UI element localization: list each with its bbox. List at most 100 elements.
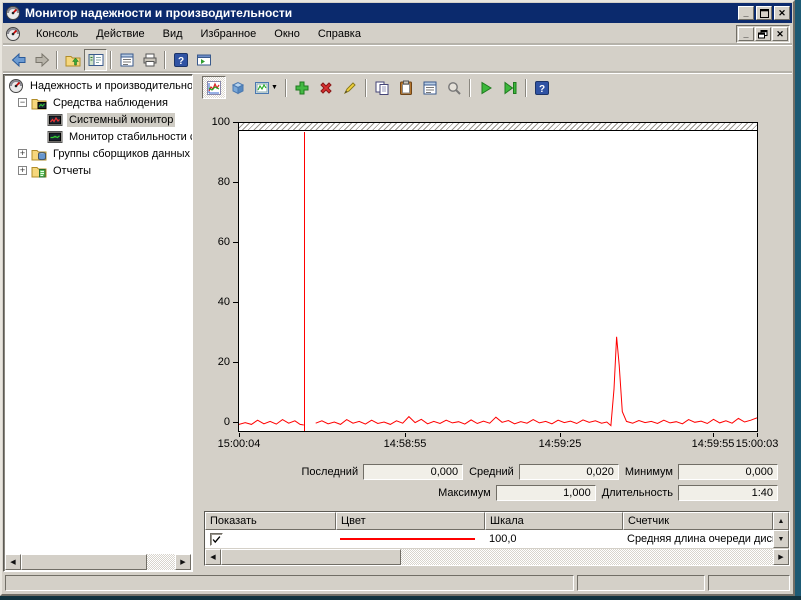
menu-view[interactable]: Вид: [154, 25, 192, 43]
column-scale[interactable]: Шкала: [485, 512, 623, 530]
y-axis-label: 40: [200, 296, 230, 308]
maximize-button[interactable]: [756, 6, 772, 20]
scroll-down-icon[interactable]: ▼: [773, 530, 789, 548]
scroll-right-icon[interactable]: ▶: [175, 554, 191, 570]
chart-area: 100 80 60 40 20 0: [198, 101, 792, 459]
back-button[interactable]: [7, 49, 30, 71]
add-counter-button[interactable]: [290, 76, 314, 99]
menu-help[interactable]: Справка: [309, 25, 370, 43]
console-tree-icon: [88, 52, 104, 68]
tree-item-monitoring-tools[interactable]: − Средства наблюдения: [6, 94, 190, 111]
duration-label: Длительность: [602, 487, 678, 499]
status-section-3: [708, 575, 790, 591]
toolbar-separator: [525, 79, 527, 97]
y-axis-label: 0: [200, 416, 230, 428]
mmc-toolbar: ?: [3, 46, 792, 74]
minimize-button[interactable]: _: [738, 6, 754, 20]
stability-monitor-icon: [47, 129, 63, 145]
chevron-down-icon: ▼: [271, 84, 278, 91]
perfmon-properties-button[interactable]: [418, 76, 442, 99]
maximum-label: Максимум: [438, 487, 496, 499]
unfreeze-display-button[interactable]: [474, 76, 498, 99]
status-section-2: [577, 575, 705, 591]
print-button[interactable]: [138, 49, 161, 71]
perfmon-help-button[interactable]: ?: [530, 76, 554, 99]
scrollbar-track[interactable]: [21, 554, 175, 570]
toolbar-separator: [110, 51, 112, 69]
properties-button[interactable]: [115, 49, 138, 71]
scroll-left-icon[interactable]: ◀: [205, 549, 221, 565]
forward-icon: [34, 52, 50, 68]
column-counter[interactable]: Счетчик: [623, 512, 773, 530]
toolbar-separator: [164, 51, 166, 69]
mmc-window: Монитор надежности и производительности …: [0, 0, 795, 596]
export-folder-button[interactable]: [61, 49, 84, 71]
column-color[interactable]: Цвет: [336, 512, 485, 530]
tree-item-reports[interactable]: + Отчеты: [6, 162, 190, 179]
tree-item-label: Системный монитор: [67, 113, 175, 127]
average-value: 0,020: [519, 464, 619, 480]
forward-button[interactable]: [30, 49, 53, 71]
update-data-button[interactable]: [498, 76, 522, 99]
svg-text:?: ?: [177, 56, 183, 67]
highlight-button[interactable]: [338, 76, 362, 99]
x-axis-label: 15:00:04: [218, 438, 261, 450]
help-button[interactable]: ?: [169, 49, 192, 71]
menu-console[interactable]: Консоль: [27, 25, 87, 43]
close-button[interactable]: ✕: [774, 6, 790, 20]
copy-properties-button[interactable]: [370, 76, 394, 99]
scrollbar-thumb[interactable]: [21, 554, 147, 570]
scroll-right-icon[interactable]: ▶: [773, 549, 789, 565]
view-log-data-button[interactable]: [226, 76, 250, 99]
mdi-minimize-button[interactable]: _: [738, 27, 754, 41]
expand-icon[interactable]: +: [18, 166, 27, 175]
folder-reports-icon: [31, 163, 47, 179]
tree-item-system-monitor[interactable]: Системный монитор: [6, 111, 190, 128]
x-axis-label: 14:58:55: [384, 438, 427, 450]
counter-table: Показать Цвет Шкала Счетчик 100,0 Средня…: [204, 511, 790, 566]
zoom-button[interactable]: [442, 76, 466, 99]
console-tree-toggle-button[interactable]: [84, 49, 107, 71]
counter-color-swatch: [340, 538, 475, 540]
folder-collector-icon: [31, 146, 47, 162]
view-current-activity-button[interactable]: [202, 76, 226, 99]
mdi-close-button[interactable]: ✕: [772, 27, 788, 41]
show-checkbox[interactable]: [210, 533, 223, 546]
menu-window[interactable]: Окно: [265, 25, 309, 43]
main-area: Надежность и производительность − Средст…: [3, 74, 792, 572]
scrollbar-thumb[interactable]: [221, 549, 401, 565]
x-axis-tick: [405, 433, 406, 437]
x-axis-label: 15:00:03: [736, 438, 779, 450]
tree-item-stability-monitor[interactable]: Монитор стабильности системы: [6, 128, 190, 145]
mdi-restore-button[interactable]: [755, 27, 771, 41]
properties-icon: [422, 80, 438, 96]
scroll-up-icon[interactable]: ▲: [773, 512, 789, 530]
delete-counter-button[interactable]: [314, 76, 338, 99]
menu-action[interactable]: Действие: [87, 25, 153, 43]
perfmon-toolbar: ▼: [198, 74, 792, 101]
toolbar-separator: [469, 79, 471, 97]
counter-table-vertical-scrollbar: ▲ ▼: [773, 512, 789, 548]
chart-type-button[interactable]: ▼: [250, 76, 282, 99]
current-time-marker: [304, 132, 305, 431]
tree-item-root[interactable]: Надежность и производительность: [6, 77, 190, 94]
new-window-button[interactable]: [192, 49, 215, 71]
menu-bar: Консоль Действие Вид Избранное Окно Спра…: [3, 23, 792, 46]
paste-counter-list-button[interactable]: [394, 76, 418, 99]
highlight-pen-icon: [342, 80, 358, 96]
expand-icon[interactable]: +: [18, 149, 27, 158]
collapse-icon[interactable]: −: [18, 98, 27, 107]
app-gauge-icon: [5, 5, 21, 21]
scroll-left-icon[interactable]: ◀: [5, 554, 21, 570]
stats-row-1: Последний 0,000 Средний 0,020 Минимум 0,…: [198, 464, 784, 480]
menu-favorites[interactable]: Избранное: [192, 25, 266, 43]
column-show[interactable]: Показать: [205, 512, 336, 530]
tree-item-data-collector-sets[interactable]: + Группы сборщиков данных: [6, 145, 190, 162]
scrollbar-track[interactable]: [221, 549, 773, 565]
tree-item-label: Группы сборщиков данных: [51, 147, 192, 161]
counter-statistics: Последний 0,000 Средний 0,020 Минимум 0,…: [198, 464, 784, 506]
console-tree: Надежность и производительность − Средст…: [6, 77, 190, 179]
title-bar: Монитор надежности и производительности …: [3, 3, 792, 23]
chart-type-icon: [254, 80, 270, 96]
counter-row[interactable]: 100,0 Средняя длина очереди диска: [205, 530, 789, 549]
